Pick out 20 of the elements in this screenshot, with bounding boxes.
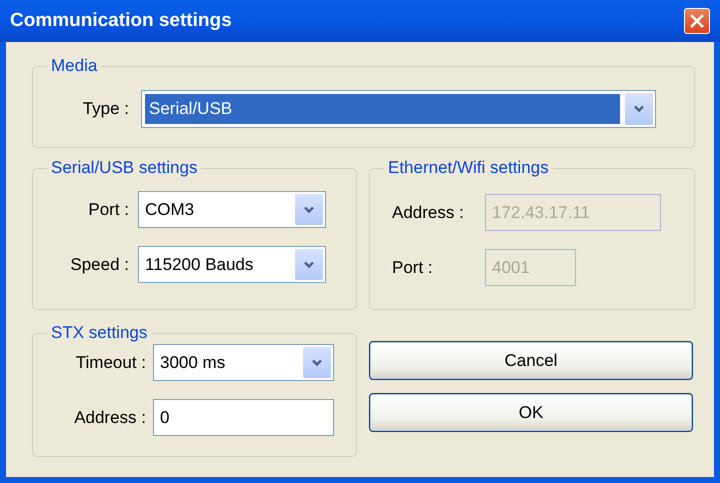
- input-field[interactable]: 0: [153, 399, 334, 436]
- field-label: Port :: [392, 258, 434, 278]
- dropdown[interactable]: COM3: [138, 191, 326, 228]
- dropdown[interactable]: 115200 Bauds: [138, 246, 326, 283]
- dropdown[interactable]: 3000 ms: [153, 344, 334, 381]
- group-title: Serial/USB settings: [47, 158, 202, 178]
- field-label: Address :: [392, 202, 465, 222]
- dialog-button[interactable]: OK: [369, 393, 693, 432]
- field-label: Address :: [73, 408, 146, 428]
- dropdown[interactable]: Serial/USB: [141, 90, 656, 128]
- field-label: Speed :: [69, 254, 129, 274]
- close-icon: [690, 14, 704, 28]
- group-title: STX settings: [47, 323, 152, 343]
- field-label: Type :: [82, 99, 129, 119]
- dialog-button[interactable]: Cancel: [369, 341, 693, 380]
- close-button[interactable]: [684, 8, 710, 34]
- group-title: Ethernet/Wifi settings: [384, 158, 553, 178]
- field-label: Timeout :: [74, 352, 146, 372]
- window-title: Communication settings: [10, 10, 232, 32]
- field-label: Port :: [87, 200, 129, 220]
